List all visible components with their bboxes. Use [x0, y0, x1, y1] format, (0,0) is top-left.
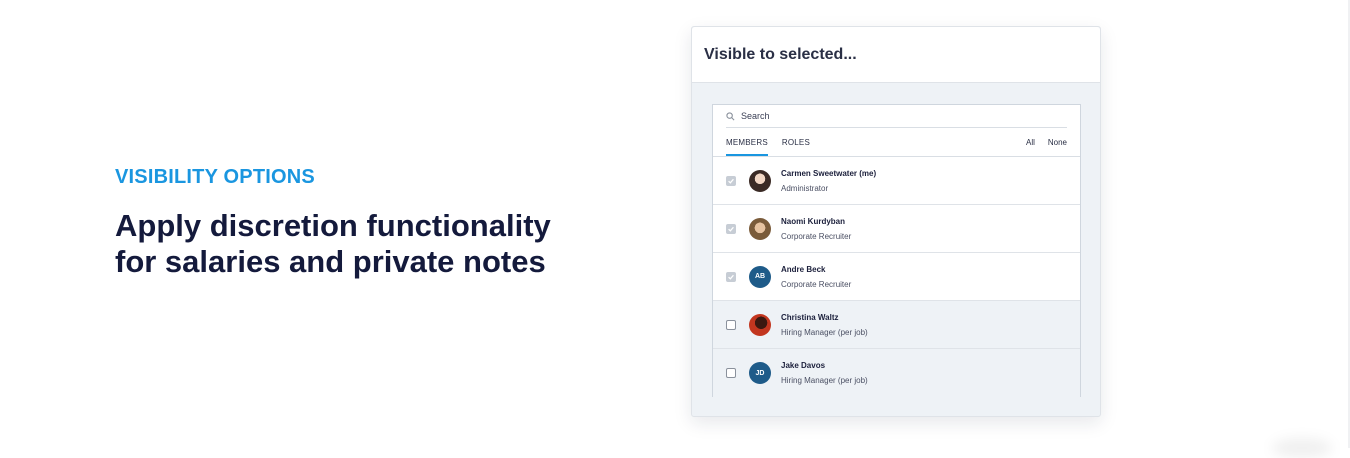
member-picker-panel: Search MEMBERS ROLES All None Carmen Swe… [712, 104, 1081, 397]
member-role: Hiring Manager (per job) [781, 327, 868, 337]
member-row-andre[interactable]: AB Andre Beck Corporate Recruiter [713, 253, 1080, 301]
member-checkbox[interactable] [726, 223, 736, 234]
member-checkbox[interactable] [726, 368, 736, 378]
member-list: Carmen Sweetwater (me) Administrator Nao… [713, 157, 1080, 397]
member-name: Andre Beck [781, 264, 826, 274]
member-checkbox[interactable] [726, 271, 736, 282]
tab-bar: MEMBERS ROLES All None [713, 128, 1080, 157]
avatar [749, 313, 771, 336]
member-row-carmen[interactable]: Carmen Sweetwater (me) Administrator [713, 157, 1080, 205]
member-checkbox[interactable] [726, 319, 736, 330]
card-title: Visible to selected... [692, 27, 1100, 83]
tab-roles[interactable]: ROLES [782, 138, 810, 156]
member-row-naomi[interactable]: Naomi Kurdyban Corporate Recruiter [713, 205, 1080, 253]
visibility-card: Visible to selected... Search MEMBERS RO… [691, 26, 1101, 417]
section-headline: Apply discretion functionality for salar… [115, 208, 551, 279]
avatar [749, 217, 771, 240]
member-row-jake[interactable]: JD Jake Davos Hiring Manager (per job) [713, 349, 1080, 397]
member-role: Hiring Manager (per job) [781, 376, 868, 385]
section-eyebrow: VISIBILITY OPTIONS [115, 166, 315, 188]
member-name: Naomi Kurdyban [781, 216, 846, 226]
member-role: Corporate Recruiter [781, 279, 852, 289]
select-all-link[interactable]: All [1026, 138, 1035, 147]
member-row-christina[interactable]: Christina Waltz Hiring Manager (per job) [713, 301, 1080, 349]
member-name: Jake Davos [781, 361, 826, 370]
select-none-link[interactable]: None [1048, 138, 1067, 147]
member-name: Carmen Sweetwater (me) [781, 168, 877, 178]
member-role: Administrator [781, 183, 829, 193]
checkmark-icon [728, 226, 734, 232]
avatar-initials: JD [749, 362, 771, 384]
checkmark-icon [728, 274, 734, 280]
avatar-initials: AB [749, 265, 771, 288]
search-icon [726, 111, 735, 121]
avatar [749, 169, 771, 192]
corner-shadow [1272, 438, 1332, 458]
checkmark-icon [728, 178, 734, 184]
member-checkbox[interactable] [726, 175, 736, 186]
tab-members[interactable]: MEMBERS [726, 138, 768, 156]
select-actions: All None [1026, 138, 1067, 147]
search-placeholder: Search [741, 111, 770, 121]
search-field[interactable]: Search [726, 105, 1067, 128]
member-name: Christina Waltz [781, 312, 839, 322]
member-role: Corporate Recruiter [781, 231, 852, 241]
